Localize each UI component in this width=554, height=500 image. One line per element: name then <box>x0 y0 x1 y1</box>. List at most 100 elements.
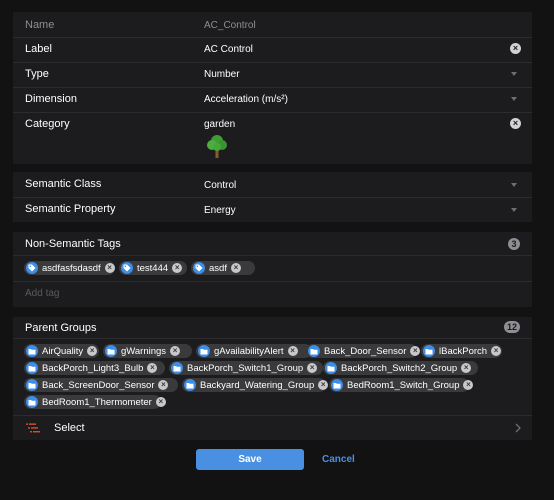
remove-group-icon[interactable]: × <box>147 363 158 373</box>
group-chips: AirQuality × gWarnings × gAvailabilityAl… <box>24 344 524 410</box>
remove-group-icon[interactable]: × <box>158 380 169 390</box>
category-input[interactable]: garden <box>204 119 235 130</box>
cancel-button[interactable]: Cancel <box>322 449 355 470</box>
folder-icon <box>26 396 38 408</box>
tag-chip-label: test444 <box>137 262 169 274</box>
add-tag-input[interactable]: Add tag <box>25 288 59 299</box>
semantic-class-select[interactable]: Control <box>204 180 236 191</box>
groups-panel: Parent Groups 12 AirQuality × gWarnings … <box>13 317 532 440</box>
group-chip[interactable]: BackPorch_Switch2_Group × <box>323 361 478 375</box>
group-chip-label: Back_Door_Sensor <box>324 345 407 357</box>
group-chip-label: BackPorch_Switch1_Group <box>187 362 304 374</box>
group-chip-label: gWarnings <box>121 345 167 357</box>
item-details-panel: Name AC_Control Label AC Control × Type … <box>13 12 532 164</box>
save-button[interactable]: Save <box>196 449 304 470</box>
dimension-row[interactable]: Dimension Acceleration (m/s²) <box>13 87 532 112</box>
tag-icon <box>26 262 38 274</box>
remove-group-icon[interactable]: × <box>410 346 421 356</box>
list-select-icon <box>26 423 40 433</box>
group-chip-label: gAvailabilityAlert <box>214 345 284 357</box>
folder-icon <box>325 362 337 374</box>
chevron-down-icon[interactable] <box>511 97 517 101</box>
remove-group-icon[interactable]: × <box>461 363 472 373</box>
name-label: Name <box>25 19 55 31</box>
remove-tag-icon[interactable]: × <box>172 263 183 273</box>
label-row[interactable]: Label AC Control × <box>13 37 532 62</box>
remove-tag-icon[interactable]: × <box>104 263 115 273</box>
remove-group-icon[interactable]: × <box>87 346 98 356</box>
group-chip[interactable]: Back_Door_Sensor × <box>306 344 421 358</box>
type-select[interactable]: Number <box>204 69 240 80</box>
tags-title: Non-Semantic Tags <box>25 238 121 250</box>
tree-icon <box>207 135 227 158</box>
groups-count-badge: 12 <box>503 321 520 333</box>
semantic-property-row[interactable]: Semantic Property Energy <box>13 197 532 222</box>
group-chip-label: BackPorch_Switch2_Group <box>341 362 458 374</box>
group-chip[interactable]: BackPorch_Switch1_Group × <box>169 361 323 375</box>
semantic-class-label: Semantic Class <box>25 178 102 190</box>
remove-tag-icon[interactable]: × <box>230 263 241 273</box>
chevron-right-icon[interactable] <box>515 423 521 433</box>
dimension-select[interactable]: Acceleration (m/s²) <box>204 94 288 105</box>
tag-chip[interactable]: asdf × <box>191 261 255 275</box>
group-chip[interactable]: AirQuality × <box>24 344 99 358</box>
group-chip-label: Back_ScreenDoor_Sensor <box>42 379 155 391</box>
group-chip-label: AirQuality <box>42 345 84 357</box>
semantic-property-label: Semantic Property <box>25 203 116 215</box>
group-chip-label: Backyard_Watering_Group <box>200 379 315 391</box>
chevron-down-icon[interactable] <box>511 72 517 76</box>
semantic-property-select[interactable]: Energy <box>204 205 236 216</box>
remove-group-icon[interactable]: × <box>463 380 474 390</box>
group-chip[interactable]: Back_ScreenDoor_Sensor × <box>24 378 178 392</box>
remove-group-icon[interactable]: × <box>491 346 502 356</box>
chevron-down-icon[interactable] <box>511 183 517 187</box>
remove-group-icon[interactable]: × <box>155 397 166 407</box>
divider <box>13 255 532 256</box>
group-chip[interactable]: lBackPorch × <box>421 344 502 358</box>
semantics-panel: Semantic Class Control Semantic Property… <box>13 172 532 222</box>
folder-icon <box>331 379 343 391</box>
folder-icon <box>308 345 320 357</box>
group-chip[interactable]: gAvailabilityAlert × <box>196 344 312 358</box>
tag-chip[interactable]: asdfasfsdasdf × <box>24 261 115 275</box>
group-chip-label: BedRoom1_Switch_Group <box>347 379 460 391</box>
folder-icon <box>105 345 117 357</box>
type-label: Type <box>25 68 49 80</box>
group-chip[interactable]: Backyard_Watering_Group × <box>182 378 329 392</box>
remove-group-icon[interactable]: × <box>170 346 181 356</box>
remove-group-icon[interactable]: × <box>287 346 298 356</box>
tag-icon <box>121 262 133 274</box>
folder-icon <box>184 379 196 391</box>
select-groups-row[interactable]: Select <box>13 416 532 440</box>
divider <box>13 338 532 339</box>
name-row: Name AC_Control <box>13 12 532 37</box>
tags-panel: Non-Semantic Tags 3 asdfasfsdasdf × test… <box>13 232 532 307</box>
category-row[interactable]: Category garden × <box>13 112 532 164</box>
remove-group-icon[interactable]: × <box>307 363 318 373</box>
group-chip-label: lBackPorch <box>439 345 488 357</box>
group-chip[interactable]: BedRoom1_Thermometer × <box>24 395 166 409</box>
dimension-label: Dimension <box>25 93 77 105</box>
folder-icon <box>26 345 38 357</box>
type-row[interactable]: Type Number <box>13 62 532 87</box>
label-label: Label <box>25 43 52 55</box>
clear-label-icon[interactable]: × <box>510 43 521 54</box>
chevron-down-icon[interactable] <box>511 208 517 212</box>
remove-group-icon[interactable]: × <box>318 380 329 390</box>
tag-icon <box>193 262 205 274</box>
label-input[interactable]: AC Control <box>204 44 253 55</box>
group-chip[interactable]: BackPorch_Light3_Bulb × <box>24 361 165 375</box>
tags-count-badge: 3 <box>508 238 520 250</box>
group-chip-label: BackPorch_Light3_Bulb <box>42 362 144 374</box>
clear-category-icon[interactable]: × <box>510 118 521 129</box>
tag-chip[interactable]: test444 × <box>119 261 187 275</box>
name-value: AC_Control <box>204 20 256 31</box>
semantic-class-row[interactable]: Semantic Class Control <box>13 172 532 197</box>
group-chip[interactable]: BedRoom1_Switch_Group × <box>329 378 474 392</box>
select-label: Select <box>54 422 85 434</box>
tag-chip-label: asdf <box>209 262 227 274</box>
folder-icon <box>198 345 210 357</box>
category-label: Category <box>25 118 70 130</box>
group-chip-label: BedRoom1_Thermometer <box>42 396 152 408</box>
group-chip[interactable]: gWarnings × <box>103 344 192 358</box>
